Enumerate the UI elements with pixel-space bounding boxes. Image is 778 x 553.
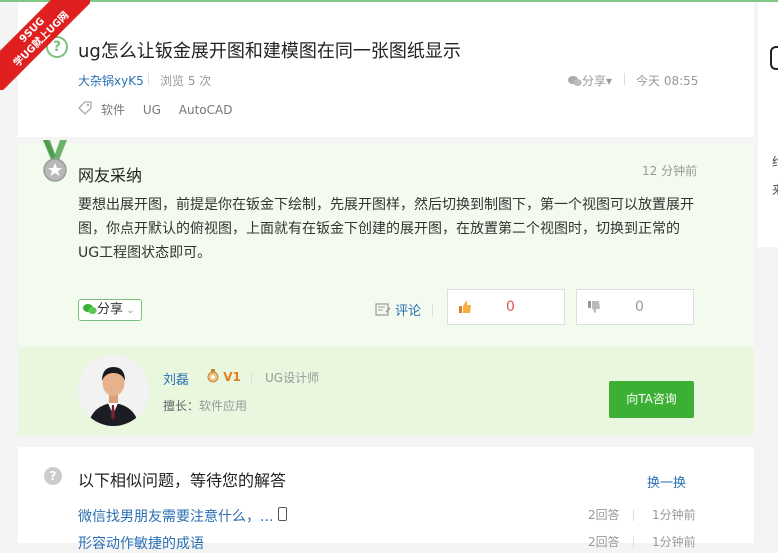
answer-count: 2回答 bbox=[588, 508, 620, 522]
sidebar-text: 约 来 bbox=[772, 148, 778, 204]
divider bbox=[432, 304, 433, 316]
answer-count: 2回答 bbox=[588, 535, 620, 549]
wechat-icon bbox=[568, 76, 582, 86]
upvote-count: 0 bbox=[506, 299, 515, 315]
divider bbox=[624, 73, 625, 85]
avatar[interactable] bbox=[78, 355, 149, 426]
avatar-image bbox=[78, 355, 149, 426]
tag-list: 软件 UG AutoCAD bbox=[101, 101, 246, 118]
answer-time: 12 分钟前 bbox=[642, 164, 698, 178]
sidebar-line1: 约 bbox=[772, 148, 778, 176]
similar-question-link[interactable]: 形容动作敏捷的成语 bbox=[78, 533, 204, 553]
site-ribbon[interactable]: 9SUG 学UG就上UG网 bbox=[0, 0, 90, 90]
tag-item[interactable]: 软件 bbox=[101, 103, 125, 117]
divider bbox=[633, 509, 634, 521]
answerer-name[interactable]: 刘磊 bbox=[163, 369, 189, 388]
downvote-count: 0 bbox=[635, 299, 644, 315]
comment-label: 评论 bbox=[395, 304, 422, 319]
skill-value: 软件应用 bbox=[199, 399, 248, 413]
mobile-icon bbox=[278, 507, 287, 521]
answerer-role: UG设计师 bbox=[265, 371, 320, 385]
share-dropdown[interactable]: 分享▾ bbox=[568, 72, 612, 89]
level-badge: V1 bbox=[207, 369, 241, 384]
divider bbox=[633, 536, 634, 548]
similar-question-link[interactable]: 微信找男朋友需要注意什么，... bbox=[78, 506, 273, 526]
ribbon-text: 9SUG 学UG就上UG网 bbox=[0, 0, 90, 90]
tag-icon bbox=[78, 101, 92, 115]
divider bbox=[148, 73, 149, 85]
question-title: ug怎么让钣金展开图和建模图在同一张图纸显示 bbox=[78, 41, 461, 62]
comment-button[interactable]: 评论 bbox=[375, 300, 421, 319]
similar-questions bbox=[18, 447, 754, 543]
divider bbox=[251, 372, 252, 384]
list-item[interactable]: 微信找男朋友需要注意什么，... 2回答 1分钟前 bbox=[78, 506, 696, 526]
share-button[interactable]: 分享 ⌄ bbox=[78, 299, 142, 321]
sidebar-line2: 来 bbox=[772, 176, 778, 204]
thumbs-down-icon bbox=[588, 301, 600, 313]
answer-label: 网友采纳 bbox=[78, 166, 143, 185]
tag-item[interactable]: UG bbox=[143, 103, 161, 117]
ask-time: 1分钟前 bbox=[652, 535, 696, 549]
upvote-button[interactable]: 0 bbox=[447, 289, 565, 325]
sidebar-bracket-icon bbox=[770, 46, 778, 70]
right-sidebar: 约 来 bbox=[758, 2, 778, 247]
ask-time: 1分钟前 bbox=[652, 508, 696, 522]
answerer-skill: 擅长：软件应用 bbox=[163, 397, 247, 414]
post-time: 今天 08:55 bbox=[636, 74, 699, 88]
list-item[interactable]: 形容动作敏捷的成语 2回答 1分钟前 bbox=[78, 533, 696, 553]
share-button-label: 分享 bbox=[97, 302, 124, 317]
comment-icon bbox=[375, 303, 391, 316]
downvote-button[interactable]: 0 bbox=[576, 289, 694, 325]
thumbs-up-icon bbox=[459, 301, 471, 313]
skill-label: 擅长： bbox=[163, 399, 200, 413]
level-badge-icon bbox=[207, 369, 219, 383]
wechat-icon bbox=[83, 304, 97, 314]
answer-body: 要想出展开图，前提是你在钣金下绘制，先展开图样，然后切换到制图下，第一个视图可以… bbox=[78, 197, 694, 261]
level-value: V1 bbox=[223, 370, 241, 384]
question-mark-icon: ? bbox=[44, 467, 62, 485]
similar-title: 以下相似问题，等待您的解答 bbox=[78, 471, 287, 490]
tag-item[interactable]: AutoCAD bbox=[179, 103, 233, 117]
share-label: 分享▾ bbox=[582, 74, 613, 88]
swap-button[interactable]: 换一换 bbox=[647, 472, 686, 491]
medal-icon bbox=[43, 140, 67, 182]
consult-button[interactable]: 向TA咨询 bbox=[609, 381, 694, 418]
view-count: 浏览 5 次 bbox=[160, 74, 212, 88]
